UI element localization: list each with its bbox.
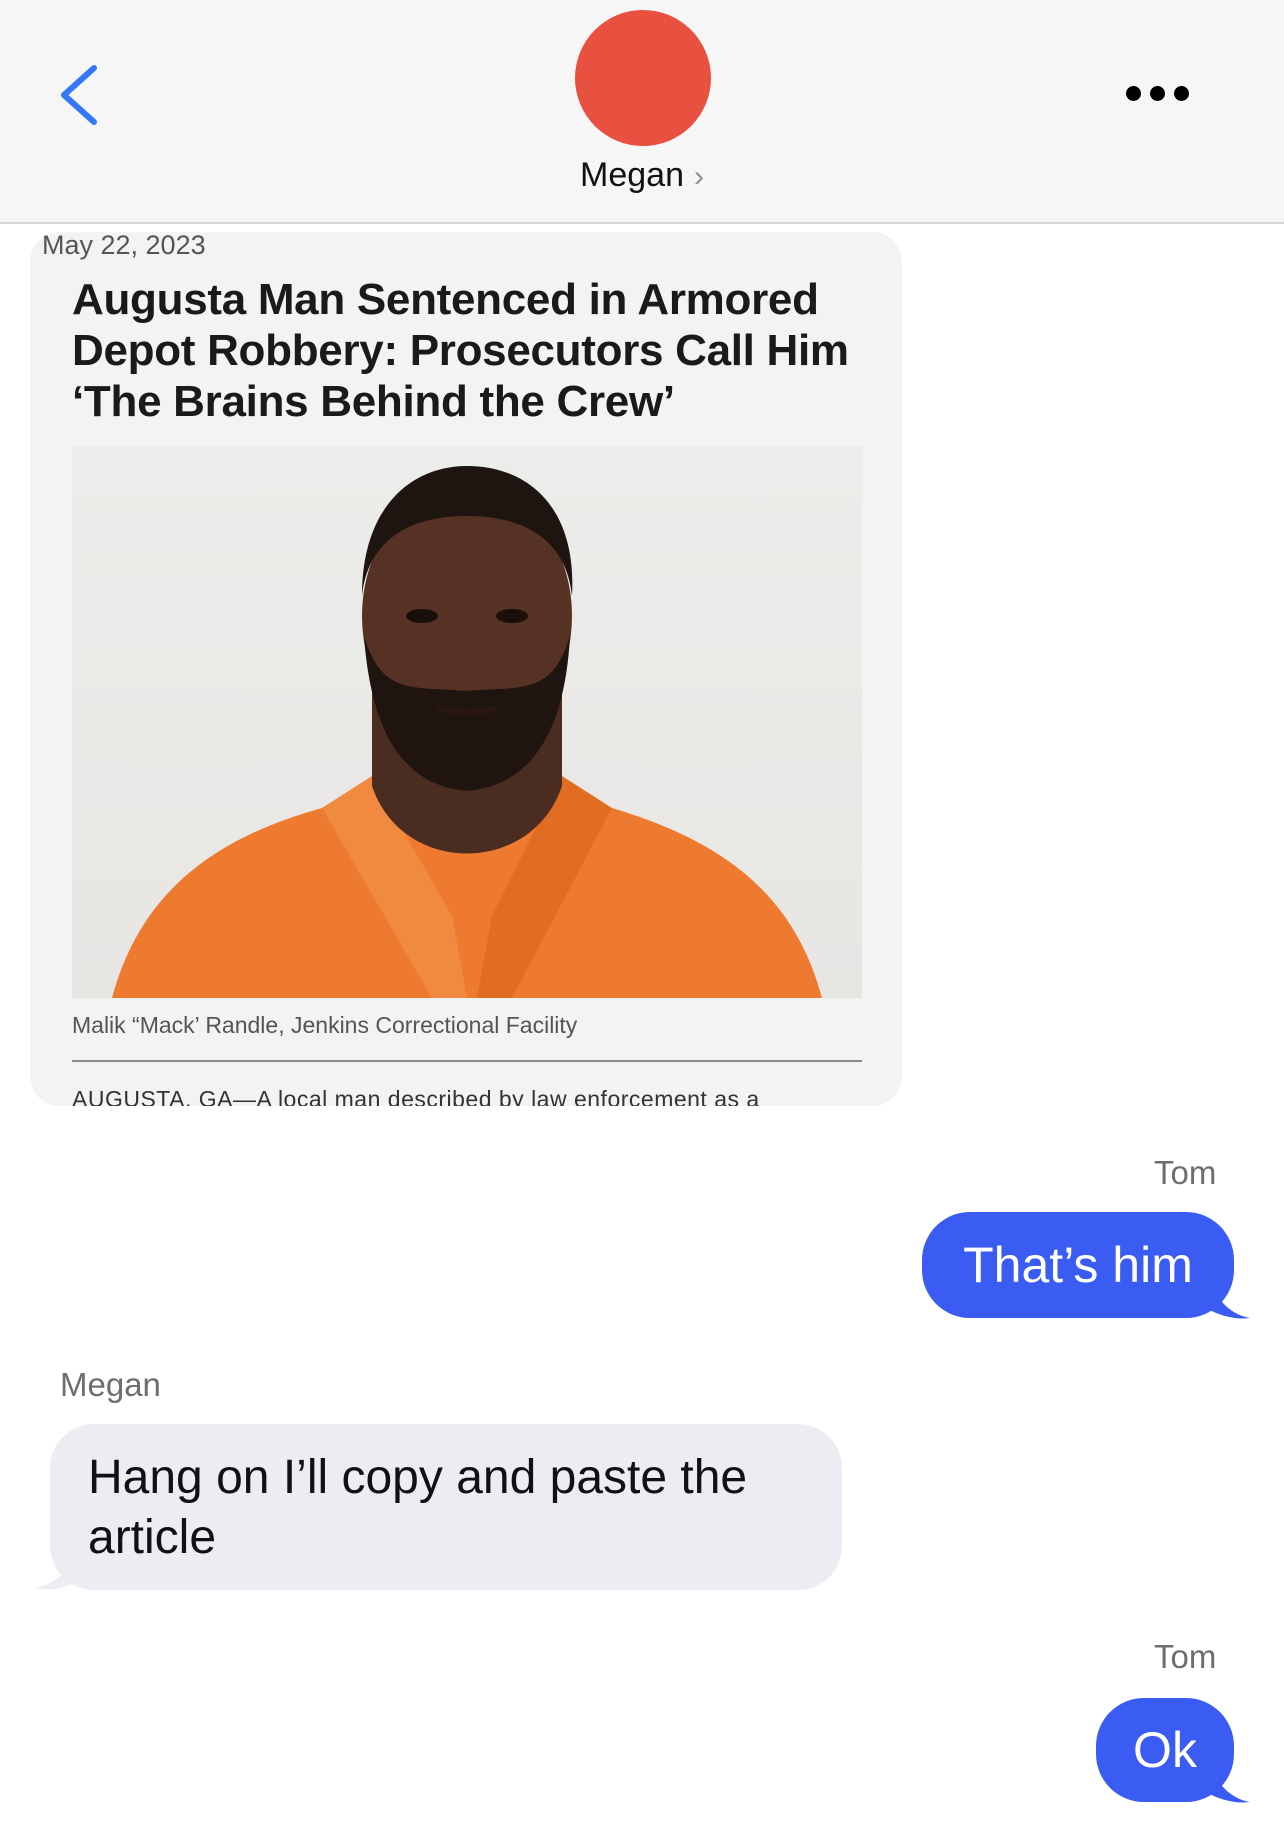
back-button[interactable] [50,60,110,130]
message-text: That’s him [963,1237,1193,1293]
article-headline: Augusta Man Sentenced in Armored Depot R… [72,275,849,426]
bubble-tail [1206,1756,1250,1803]
mugshot-image [112,466,822,998]
article-photo-caption: Malik “Mack’ Randle, Jenkins Correctiona… [72,1012,578,1038]
more-options-button[interactable] [1126,86,1190,102]
chevron-right-icon: › [693,160,704,193]
message-text: Hang on I’ll copy and paste the article [88,1451,748,1564]
message-text: Ok [1133,1722,1197,1778]
chevron-left-icon [61,65,97,125]
bubble-tail [36,1540,82,1590]
message-date: May 22, 2023 [42,230,206,260]
sender-label: Tom [1154,1154,1217,1191]
contact-name: Megan [580,156,684,194]
sender-label: Megan [60,1366,161,1403]
contact-name-button[interactable]: Megan › [0,156,1284,195]
incoming-message-bubble[interactable]: Hang on I’ll copy and paste the article [50,1424,842,1590]
article-photo [72,446,862,998]
ellipsis-icon [1126,86,1141,101]
shared-article-card[interactable]: Augusta Man Sentenced in Armored Depot R… [30,232,902,1106]
divider [72,1060,862,1062]
conversation-header: Megan › [0,0,1284,224]
bubble-tail [1206,1272,1250,1319]
outgoing-message-bubble[interactable]: That’s him [922,1212,1234,1318]
sender-label: Tom [1154,1638,1217,1675]
avatar[interactable] [575,10,711,146]
article-body-preview: AUGUSTA, GA—A local man described by law… [72,1086,760,1106]
